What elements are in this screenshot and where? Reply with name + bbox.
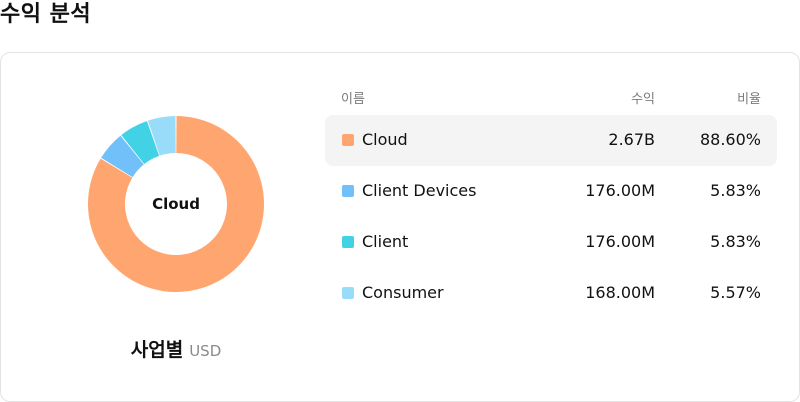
row-revenue: 176.00M xyxy=(585,232,655,251)
table-header: 이름 수익 비율 xyxy=(325,81,777,111)
row-name: Cloud xyxy=(362,130,408,149)
row-name: Client Devices xyxy=(362,181,477,200)
row-ratio: 5.57% xyxy=(710,283,761,302)
row-revenue: 176.00M xyxy=(585,181,655,200)
table-row[interactable]: Client Devices 176.00M 5.83% xyxy=(325,166,777,217)
row-ratio: 5.83% xyxy=(710,232,761,251)
table-row[interactable]: Consumer 168.00M 5.57% xyxy=(325,268,777,319)
page-title: 수익 분석 xyxy=(0,2,92,27)
header-revenue: 수익 xyxy=(631,92,655,107)
row-revenue: 168.00M xyxy=(585,283,655,302)
donut-chart: Cloud xyxy=(87,115,265,293)
header-name: 이름 xyxy=(341,92,365,107)
legend-swatch xyxy=(342,236,354,248)
donut-caption: 사업별 USD xyxy=(1,335,351,362)
segment-title: 사업별 xyxy=(130,339,184,361)
legend-swatch xyxy=(342,287,354,299)
legend-swatch xyxy=(342,134,354,146)
donut-center-label: Cloud xyxy=(152,195,200,213)
table-row[interactable]: Cloud 2.67B 88.60% xyxy=(325,115,777,166)
revenue-table: 이름 수익 비율 Cloud 2.67B 88.60% Client Devic… xyxy=(325,81,777,319)
row-revenue: 2.67B xyxy=(608,130,655,149)
row-ratio: 5.83% xyxy=(710,181,761,200)
revenue-card: Cloud 사업별 USD 이름 수익 비율 Cloud 2.67B 88.60%… xyxy=(0,52,800,402)
row-ratio: 88.60% xyxy=(699,130,761,149)
currency-label: USD xyxy=(189,342,222,360)
row-name: Client xyxy=(362,232,409,251)
header-ratio: 비율 xyxy=(737,92,761,107)
row-name: Consumer xyxy=(362,283,444,302)
table-row[interactable]: Client 176.00M 5.83% xyxy=(325,217,777,268)
legend-swatch xyxy=(342,185,354,197)
